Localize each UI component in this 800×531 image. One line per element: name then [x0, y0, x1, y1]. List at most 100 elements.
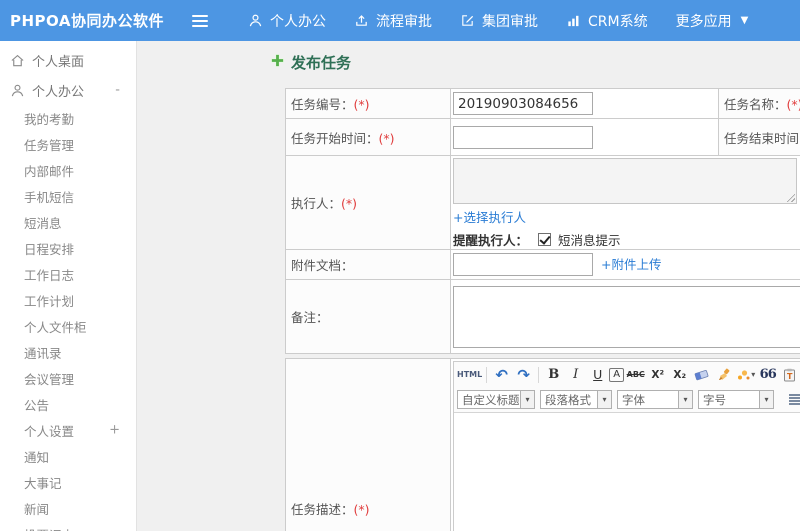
task-number-label-cell: 任务编号：(*) [285, 88, 451, 119]
chevron-down-icon: ▾ [760, 390, 774, 409]
italic-button[interactable]: I [565, 365, 586, 385]
chevron-down-icon: ▼ [740, 15, 749, 26]
sidebar: 个人桌面 个人办公 - 我的考勤 任务管理 内部邮件 手机短信 短消息 日程安排… [0, 41, 137, 531]
sidebar-item-label: 手机短信 [24, 189, 75, 205]
subscript-button[interactable]: X₂ [669, 365, 690, 385]
table-row: 任务开始时间：(*) 任务结束时间：(*) [285, 118, 800, 156]
sidebar-item-personal-desktop[interactable]: 个人桌面 [0, 45, 136, 75]
strikethrough-button[interactable]: ABC [625, 365, 646, 385]
table-row: 附件文档： +附件上传 [285, 249, 800, 280]
hamburger-menu-icon[interactable] [192, 14, 208, 27]
remark-field-cell [450, 279, 800, 354]
sidebar-item-personal-office[interactable]: 个人办公 - [0, 75, 136, 105]
table-row: 任务描述：(*) HTML ↶ ↷ B I U A ABC X² X₂ ▾ 66… [285, 358, 800, 531]
app-logo: PHPOA协同办公软件 [10, 12, 164, 30]
redo-icon[interactable]: ↷ [513, 365, 534, 385]
task-number-input[interactable] [453, 92, 593, 115]
nav-label: CRM系统 [588, 13, 648, 30]
attachment-input[interactable] [453, 253, 593, 276]
sidebar-item[interactable]: 个人设置 + [0, 417, 136, 443]
top-navigation: 个人办公 流程审批 集团审批 CRM系统 更多应用 ▼ [248, 11, 748, 31]
font-border-button[interactable]: A [609, 367, 625, 382]
nav-item-crm[interactable]: CRM系统 [566, 11, 648, 31]
superscript-button[interactable]: X² [647, 365, 668, 385]
resize-handle[interactable] [786, 193, 795, 202]
table-row: 执行人：(*) +选择执行人 提醒执行人： 短消息提示 [285, 155, 800, 250]
sidebar-item[interactable]: 日程安排 [0, 235, 136, 261]
nav-item-process-approval[interactable]: 流程审批 [354, 11, 432, 31]
custom-title-dropdown[interactable]: 自定义标题 ▾ [457, 390, 535, 409]
sidebar-item-label: 公告 [24, 397, 50, 413]
executor-textarea[interactable] [453, 158, 797, 204]
remark-textarea[interactable] [453, 285, 800, 348]
table-row: 备注： [285, 279, 800, 354]
sidebar-item[interactable]: 投票调查 [0, 521, 136, 531]
task-form-table: 任务编号：(*) 任务名称：(*) 任务开始时间：(*) 任务结束时间：(*) [285, 88, 800, 354]
sidebar-item[interactable]: 内部邮件 [0, 157, 136, 183]
sidebar-item-label: 会议管理 [24, 371, 75, 387]
choose-executor-link[interactable]: +选择执行人 [453, 210, 526, 225]
sidebar-item-label: 个人文件柜 [24, 319, 87, 335]
sidebar-item[interactable]: 个人文件柜 [0, 313, 136, 339]
sidebar-item-label: 个人桌面 [32, 54, 85, 70]
sms-remind-checkbox[interactable] [538, 233, 552, 246]
task-name-label-cell: 任务名称：(*) [718, 88, 800, 119]
font-size-dropdown[interactable]: 字号 ▾ [698, 390, 774, 409]
sidebar-item[interactable]: 我的考勤 [0, 105, 136, 131]
collapse-icon[interactable]: - [115, 83, 120, 98]
nav-item-more-apps[interactable]: 更多应用 ▼ [676, 11, 749, 31]
auto-typeset-icon[interactable]: ▾ [735, 365, 756, 385]
nav-label: 集团审批 [482, 13, 538, 30]
sidebar-item-label: 工作日志 [24, 267, 75, 283]
format-brush-icon[interactable] [713, 365, 734, 385]
sidebar-item-label: 个人办公 [32, 84, 85, 100]
sidebar-item[interactable]: 短消息 [0, 209, 136, 235]
description-editor-cell: HTML ↶ ↷ B I U A ABC X² X₂ ▾ 66 T 自定义标题 … [450, 358, 800, 531]
sidebar-item[interactable]: 大事记 [0, 469, 136, 495]
sidebar-item-label: 投票调查 [24, 525, 74, 531]
eraser-icon[interactable] [691, 365, 712, 385]
svg-text:T: T [787, 372, 793, 381]
chevron-down-icon: ▾ [679, 390, 693, 409]
start-time-input[interactable] [453, 125, 593, 149]
sidebar-item[interactable]: 公告 [0, 391, 136, 417]
blockquote-button[interactable]: 66 [757, 365, 778, 385]
expand-icon[interactable]: + [109, 423, 120, 438]
chevron-down-icon: ▾ [598, 390, 612, 409]
sidebar-item-label: 个人设置 [24, 423, 75, 439]
editor-toolbar-row2: 自定义标题 ▾ 段落格式 ▾ 字体 ▾ 字号 ▾ [454, 387, 800, 413]
font-family-dropdown[interactable]: 字体 ▾ [617, 390, 693, 409]
sidebar-item-label: 短消息 [24, 215, 62, 231]
nav-item-personal-office[interactable]: 个人办公 [248, 11, 326, 31]
undo-icon[interactable]: ↶ [491, 365, 512, 385]
required-marker: (*) [786, 97, 800, 112]
nav-label: 个人办公 [270, 13, 326, 30]
sidebar-item[interactable]: 手机短信 [0, 183, 136, 209]
sms-remind-label: 短消息提示 [558, 233, 621, 248]
paragraph-format-dropdown[interactable]: 段落格式 ▾ [540, 390, 612, 409]
html-source-button[interactable]: HTML [457, 365, 482, 385]
user-icon [10, 83, 26, 98]
nav-item-group-approval[interactable]: 集团审批 [460, 11, 538, 31]
sidebar-item[interactable]: 会议管理 [0, 365, 136, 391]
attachment-upload-link[interactable]: +附件上传 [601, 257, 661, 272]
sidebar-item[interactable]: 工作计划 [0, 287, 136, 313]
sidebar-item[interactable]: 任务管理 [0, 131, 136, 157]
bold-button[interactable]: B [543, 365, 564, 385]
remind-executor-label: 提醒执行人： [453, 233, 529, 248]
sidebar-item[interactable]: 通讯录 [0, 339, 136, 365]
editor-content-area[interactable] [454, 413, 800, 531]
editor-toolbar-row1: HTML ↶ ↷ B I U A ABC X² X₂ ▾ 66 T [454, 362, 800, 387]
sidebar-item[interactable]: 工作日志 [0, 261, 136, 287]
remark-label-cell: 备注： [285, 279, 451, 354]
sidebar-item[interactable]: 通知 [0, 443, 136, 469]
paste-text-icon[interactable]: T [779, 365, 800, 385]
underline-button[interactable]: U [587, 365, 608, 385]
align-left-icon[interactable] [789, 393, 800, 406]
start-time-label-cell: 任务开始时间：(*) [285, 118, 451, 156]
attachment-field-cell: +附件上传 [450, 249, 800, 280]
description-label-cell: 任务描述：(*) [285, 358, 451, 531]
executor-label-cell: 执行人：(*) [285, 155, 451, 250]
sidebar-item[interactable]: 新闻 [0, 495, 136, 521]
main-content: 发布任务 任务编号：(*) 任务名称：(*) 任务开始时间：(*) 任务 [137, 41, 800, 531]
